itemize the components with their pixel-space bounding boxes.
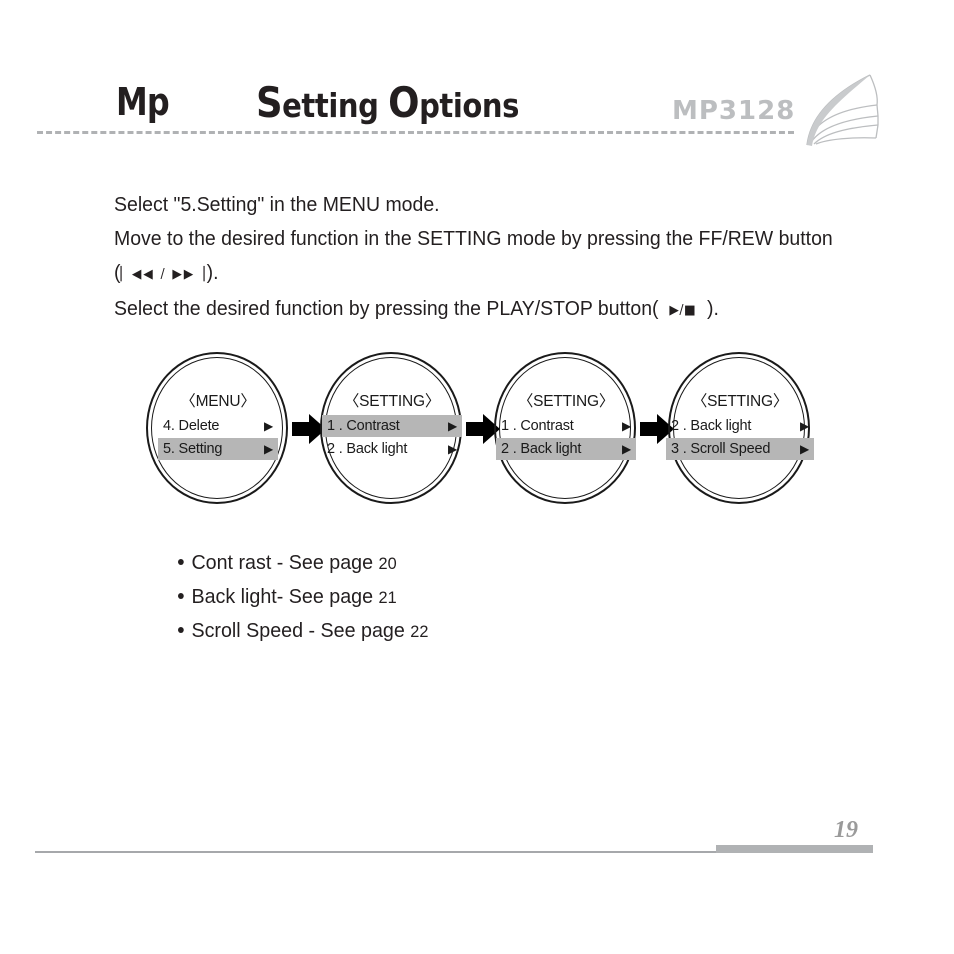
menu-item-label: 4. Delete bbox=[163, 418, 219, 434]
instruction-line-1: Select "5.Setting" in the MENU mode. bbox=[114, 193, 440, 216]
header-divider bbox=[37, 131, 794, 134]
bullet-dot-icon bbox=[178, 559, 184, 565]
menu-item-backlight[interactable]: 2 . Back light ▶ bbox=[666, 415, 814, 437]
menu-item-label: 1 . Contrast bbox=[327, 418, 400, 434]
flow-node-menu-screen: 〈MENU〉 4. Delete ▶ 5. Setting ▶ bbox=[146, 352, 292, 508]
menu-item-number: 3 . bbox=[671, 441, 687, 457]
menu-item-number: 1 . bbox=[327, 418, 343, 434]
list-item: Back light- See page 21 bbox=[178, 580, 428, 614]
chevron-right-icon: ▶ bbox=[621, 419, 631, 433]
list-item-label: Scroll Speed - See page bbox=[191, 619, 411, 642]
chevron-right-icon: ▶ bbox=[799, 419, 809, 433]
list-item-page: 21 bbox=[378, 588, 397, 607]
bullet-dot-icon bbox=[178, 593, 184, 599]
play-stop-icon: ▶/■ bbox=[669, 303, 697, 318]
ff-rew-icon: ▏◀◀ / ▶▶▕ bbox=[120, 267, 207, 282]
list-item-label: Cont rast - See page bbox=[191, 551, 379, 574]
menu-item-scrollspeed[interactable]: 3 . Scroll Speed ▶ bbox=[666, 438, 814, 460]
list-item-label: Back light- See page bbox=[191, 585, 379, 608]
screen-menu-list: 2 . Back light ▶ 3 . Scroll Speed ▶ bbox=[660, 415, 820, 460]
instruction-line-4-end: ). bbox=[706, 297, 719, 320]
screen-title: 〈SETTING〉 bbox=[517, 393, 615, 410]
screen-content: 〈SETTING〉 1 . Contrast ▶ 2 . Back light … bbox=[486, 392, 646, 461]
instruction-line-4-text: Select the desired function by pressing … bbox=[114, 297, 659, 320]
menu-item-number: 2 . bbox=[671, 418, 687, 434]
page-title-cap-o: O bbox=[388, 78, 420, 127]
page-title-rest-setting: etting bbox=[282, 86, 379, 125]
screen-content: 〈SETTING〉 1 . Contrast ▶ 2 . Back light … bbox=[312, 392, 472, 461]
menu-item-number: 4. bbox=[163, 418, 175, 434]
menu-item-setting[interactable]: 5. Setting ▶ bbox=[158, 438, 278, 460]
navigation-flow-diagram: 〈MENU〉 4. Delete ▶ 5. Setting ▶ 〈SETTING… bbox=[0, 352, 954, 517]
chevron-right-icon: ▶ bbox=[447, 442, 457, 456]
menu-item-number: 2 . bbox=[501, 441, 517, 457]
instructions-block: Select "5.Setting" in the MENU mode. Mov… bbox=[114, 188, 836, 328]
menu-item-text: Back light bbox=[520, 441, 582, 457]
screen-title: 〈SETTING〉 bbox=[691, 393, 789, 410]
screen-menu-list: 4. Delete ▶ 5. Setting ▶ bbox=[138, 415, 298, 460]
menu-item-label: 2 . Back light bbox=[671, 418, 751, 434]
menu-item-text: Back light bbox=[346, 441, 408, 457]
menu-item-label: 5. Setting bbox=[163, 441, 222, 457]
page-header: Mp Setting Options MP3128 bbox=[0, 0, 954, 150]
footer-rule-thin bbox=[35, 851, 720, 853]
menu-item-number: 2 . bbox=[327, 441, 343, 457]
paren-close: ). bbox=[206, 261, 219, 284]
chevron-right-icon: ▶ bbox=[799, 442, 809, 456]
menu-item-backlight[interactable]: 2 . Back light ▶ bbox=[322, 438, 462, 460]
menu-item-text: Back light bbox=[690, 418, 752, 434]
menu-item-label: 3 . Scroll Speed bbox=[671, 441, 770, 457]
menu-item-text: Setting bbox=[178, 441, 223, 457]
menu-item-text: Delete bbox=[178, 418, 220, 434]
brand-mark: Mp bbox=[116, 80, 170, 124]
model-label: MP3128 bbox=[672, 96, 796, 126]
screen-menu-list: 1 . Contrast ▶ 2 . Back light ▶ bbox=[312, 415, 472, 460]
menu-item-label: 1 . Contrast bbox=[501, 418, 574, 434]
chevron-right-icon: ▶ bbox=[263, 442, 273, 456]
menu-item-text: Contrast bbox=[520, 418, 574, 434]
menu-item-text: Contrast bbox=[346, 418, 400, 434]
instruction-line-4: Select the desired function by pressing … bbox=[114, 292, 836, 328]
screen-title: 〈SETTING〉 bbox=[343, 393, 441, 410]
menu-item-backlight[interactable]: 2 . Back light ▶ bbox=[496, 438, 636, 460]
menu-item-label: 2 . Back light bbox=[501, 441, 581, 457]
page-number: 19 bbox=[834, 817, 858, 843]
page-title-rest-options: ptions bbox=[419, 86, 519, 125]
screen-menu-list: 1 . Contrast ▶ 2 . Back light ▶ bbox=[486, 415, 646, 460]
menu-item-contrast[interactable]: 1 . Contrast ▶ bbox=[322, 415, 462, 437]
flow-node-setting-backlight-screen: 〈SETTING〉 1 . Contrast ▶ 2 . Back light … bbox=[494, 352, 640, 508]
screen-content: 〈MENU〉 4. Delete ▶ 5. Setting ▶ bbox=[138, 392, 298, 461]
instruction-line-2: Move to the desired function in the SETT… bbox=[114, 227, 833, 250]
bullet-dot-icon bbox=[178, 627, 184, 633]
instruction-line-3: (▏◀◀ / ▶▶▕). bbox=[114, 256, 836, 292]
menu-item-contrast[interactable]: 1 . Contrast ▶ bbox=[496, 415, 636, 437]
chevron-right-icon: ▶ bbox=[447, 419, 457, 433]
menu-item-text: Scroll Speed bbox=[690, 441, 771, 457]
page-title: Setting Options bbox=[256, 82, 519, 125]
screen-title: 〈MENU〉 bbox=[180, 393, 256, 410]
list-item: Scroll Speed - See page 22 bbox=[178, 614, 428, 648]
page-title-cap-s: S bbox=[256, 78, 283, 127]
feather-wing-icon bbox=[806, 74, 879, 146]
flow-node-setting-scrollspeed-screen: 〈SETTING〉 2 . Back light ▶ 3 . Scroll Sp… bbox=[666, 352, 814, 508]
chevron-right-icon: ▶ bbox=[263, 419, 273, 433]
list-item: Cont rast - See page 20 bbox=[178, 546, 428, 580]
footer-rule-thick bbox=[716, 845, 873, 853]
menu-item-label: 2 . Back light bbox=[327, 441, 407, 457]
menu-item-number: 5. bbox=[163, 441, 175, 457]
flow-node-setting-contrast-screen: 〈SETTING〉 1 . Contrast ▶ 2 . Back light … bbox=[320, 352, 466, 508]
screen-content: 〈SETTING〉 2 . Back light ▶ 3 . Scroll Sp… bbox=[660, 392, 820, 461]
chevron-right-icon: ▶ bbox=[621, 442, 631, 456]
reference-list: Cont rast - See page 20 Back light- See … bbox=[178, 546, 428, 648]
list-item-page: 20 bbox=[378, 554, 397, 573]
list-item-page: 22 bbox=[410, 622, 429, 641]
menu-item-delete[interactable]: 4. Delete ▶ bbox=[158, 415, 278, 437]
menu-item-number: 1 . bbox=[501, 418, 517, 434]
